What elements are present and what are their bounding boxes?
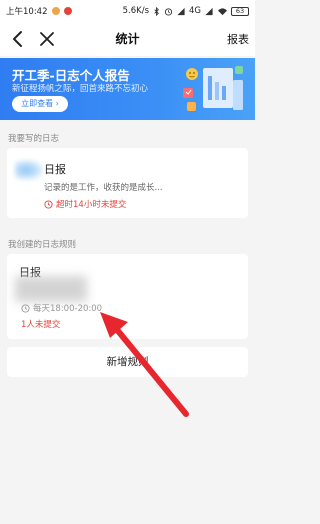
section-label-written: 我要写的日志 xyxy=(8,134,60,144)
clock-icon xyxy=(44,199,53,209)
log-card-description: 记录的是工作，收获的是成长... xyxy=(44,183,163,193)
wifi-icon xyxy=(218,7,227,15)
status-bar: 上午10:42 5.6K/s 4G 63 xyxy=(0,0,255,22)
blurred-region xyxy=(15,276,87,302)
banner-subtitle: 新征程扬帆之际，回首来路不忘初心 xyxy=(12,84,149,94)
report-illustration-icon xyxy=(183,66,243,111)
signal-icon xyxy=(177,7,185,15)
daily-log-card[interactable]: 日报 记录的是工作，收获的是成长... 超时14小时未提交 xyxy=(7,148,248,218)
report-banner[interactable]: 开工季-日志个人报告 新征程扬帆之际，回首来路不忘初心 立即查看 › xyxy=(0,58,255,120)
nav-bar: 统计 报表 xyxy=(0,22,255,56)
network-type: 4G xyxy=(189,6,201,16)
log-card-title: 日报 xyxy=(44,163,66,176)
add-rule-button[interactable]: 新增规则 xyxy=(7,347,248,377)
bluetooth-icon xyxy=(154,6,159,16)
alarm-icon xyxy=(164,7,173,16)
overdue-warning-text: 超时14小时未提交 xyxy=(56,200,127,210)
section-label-rules: 我创建的日志规则 xyxy=(8,240,77,250)
overdue-warning: 超时14小时未提交 xyxy=(44,198,126,210)
rule-card[interactable]: 日报 每天18:00-20:00 1人未提交 xyxy=(7,254,248,339)
report-button[interactable]: 报表 xyxy=(227,31,249,47)
battery-indicator: 63 xyxy=(231,6,249,16)
signal-bars-icon xyxy=(205,7,213,15)
notification-icon xyxy=(51,7,60,15)
avatar xyxy=(15,160,43,180)
network-speed: 5.6K/s xyxy=(122,6,149,16)
clock-icon xyxy=(21,303,30,313)
rule-time-text: 每天18:00-20:00 xyxy=(33,304,103,314)
app-notification-icon xyxy=(63,7,72,15)
pending-count: 1人未提交 xyxy=(21,320,61,330)
page-title: 统计 xyxy=(115,32,140,46)
status-time: 上午10:42 xyxy=(6,7,48,17)
rule-time: 每天18:00-20:00 xyxy=(21,302,102,314)
view-now-button[interactable]: 立即查看 › xyxy=(12,96,68,112)
